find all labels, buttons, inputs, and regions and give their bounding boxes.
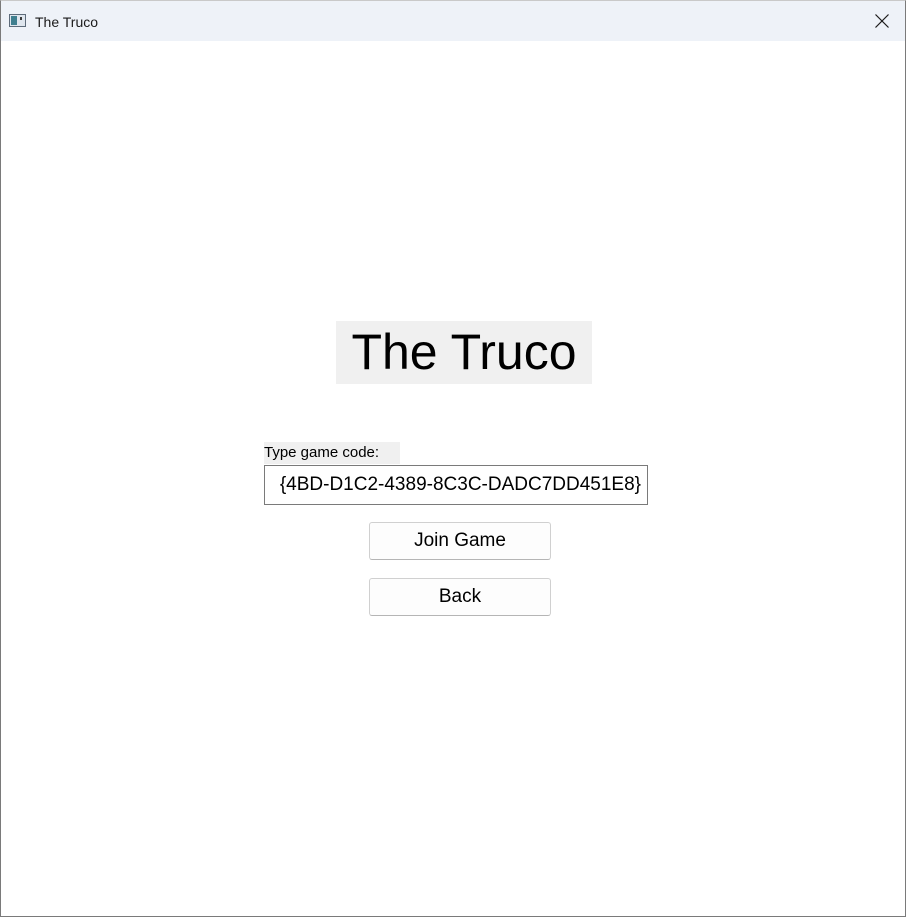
app-window-icon — [9, 14, 26, 27]
game-code-input[interactable] — [264, 465, 648, 505]
close-icon — [875, 14, 889, 28]
window-title: The Truco — [35, 14, 99, 30]
join-game-button[interactable]: Join Game — [369, 522, 551, 560]
page-title-text: The Truco — [351, 324, 577, 380]
page-title: The Truco — [336, 321, 592, 384]
main-content: The Truco Type game code: Join Game Back — [1, 41, 905, 916]
close-button[interactable] — [859, 1, 905, 41]
app-window: The Truco The Truco Type game code: Join… — [0, 0, 906, 917]
back-button[interactable]: Back — [369, 578, 551, 616]
title-bar[interactable]: The Truco — [1, 1, 905, 41]
game-code-label: Type game code: — [264, 442, 400, 464]
